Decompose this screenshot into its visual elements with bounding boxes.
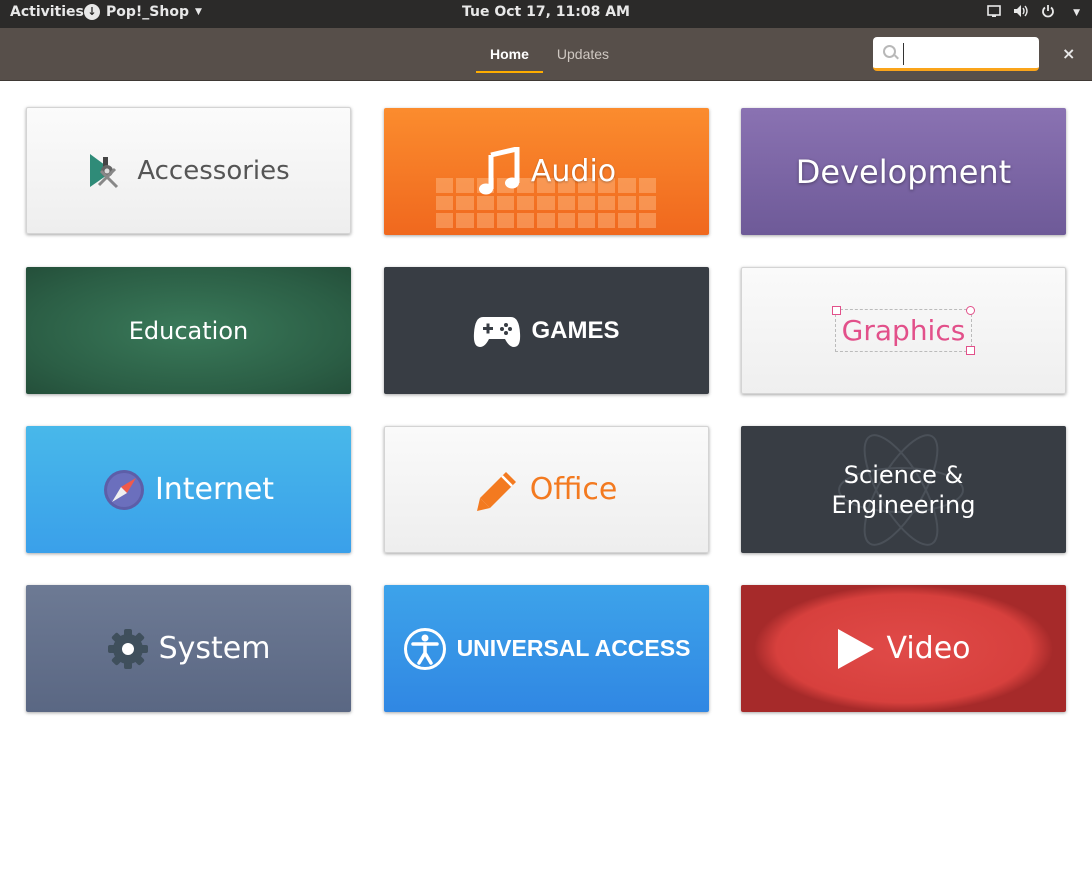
category-label: Development: [795, 152, 1012, 191]
category-label: Internet: [154, 472, 275, 507]
category-education[interactable]: Education: [26, 267, 351, 394]
selection-box-icon: Graphics: [831, 306, 976, 355]
top-panel: Activities ↓ Pop!_Shop ▼ Tue Oct 17, 11:…: [0, 0, 1092, 28]
search-input[interactable]: [903, 43, 1037, 65]
category-label: System: [158, 631, 271, 666]
activities-button[interactable]: Activities: [10, 4, 84, 20]
search-box[interactable]: [873, 37, 1039, 71]
chevron-down-icon: ▼: [194, 7, 202, 17]
tab-home[interactable]: Home: [476, 28, 543, 80]
volume-icon[interactable]: [1013, 4, 1029, 22]
category-development[interactable]: Development: [741, 108, 1066, 235]
category-office[interactable]: Office: [384, 426, 709, 553]
category-label: Graphics: [841, 314, 966, 347]
category-label: Video: [886, 631, 971, 666]
category-games[interactable]: GAMES: [384, 267, 709, 394]
close-button[interactable]: ×: [1062, 44, 1075, 63]
category-science-engineering[interactable]: Science & Engineering: [741, 426, 1066, 553]
category-internet[interactable]: Internet: [26, 426, 351, 553]
category-audio[interactable]: Audio: [384, 108, 709, 235]
category-universal-access[interactable]: UNIVERSAL ACCESS: [384, 585, 709, 712]
view-switcher: Home Updates: [476, 28, 623, 80]
accessibility-icon: [403, 627, 447, 671]
category-label: Accessories: [137, 155, 290, 186]
category-label: Education: [128, 316, 249, 345]
category-label: UNIVERSAL ACCESS: [456, 635, 691, 661]
gamepad-icon: [473, 313, 521, 349]
music-note-icon: [477, 146, 521, 197]
chevron-down-icon[interactable]: ▼: [1073, 8, 1080, 18]
category-label: GAMES: [531, 316, 620, 344]
category-graphics[interactable]: Graphics: [741, 267, 1066, 394]
category-accessories[interactable]: Accessories: [26, 107, 351, 234]
category-label: Audio: [530, 154, 617, 189]
header-bar: Home Updates ×: [0, 28, 1092, 81]
gear-icon: [107, 628, 149, 670]
clock[interactable]: Tue Oct 17, 11:08 AM: [462, 4, 630, 20]
app-menu[interactable]: ↓ Pop!_Shop ▼: [84, 4, 202, 20]
accessories-icon: [87, 151, 127, 191]
tab-updates[interactable]: Updates: [543, 28, 623, 80]
app-menu-label: Pop!_Shop: [106, 4, 189, 20]
category-grid: Accessories Audio Development Education: [0, 80, 1092, 780]
screen-icon[interactable]: [987, 4, 1001, 22]
download-icon: ↓: [84, 4, 100, 20]
category-label-line1: Science &: [843, 460, 964, 489]
system-tray[interactable]: ▼: [987, 4, 1080, 22]
category-label-line2: Engineering: [831, 490, 976, 519]
category-video[interactable]: Video: [741, 585, 1066, 712]
category-label: Science & Engineering: [832, 460, 976, 520]
compass-icon: [103, 469, 145, 511]
category-system[interactable]: System: [26, 585, 351, 712]
search-icon: [883, 45, 896, 58]
power-icon[interactable]: [1041, 4, 1055, 22]
pencil-icon: [476, 468, 520, 512]
category-label: Office: [529, 472, 618, 507]
play-icon: [836, 627, 876, 671]
